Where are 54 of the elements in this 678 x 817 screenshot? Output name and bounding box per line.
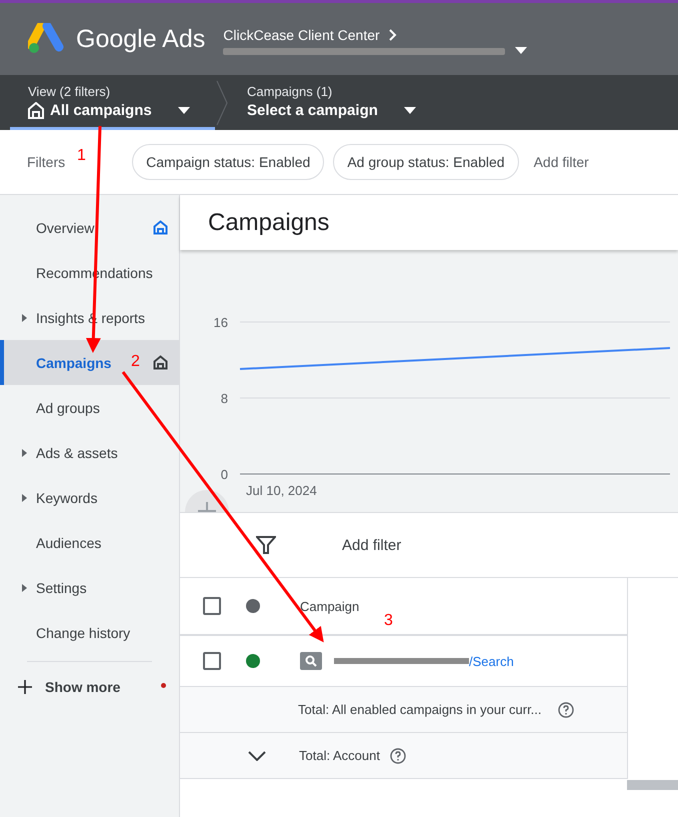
total-label: Total: Account bbox=[299, 748, 380, 763]
logo-icon bbox=[28, 23, 64, 55]
nav-item[interactable]: Change history bbox=[0, 610, 179, 655]
nav-item[interactable]: Ads & assets bbox=[0, 430, 179, 475]
axis-date-label: Jul 10, 2024 bbox=[246, 483, 317, 498]
axis-tick-label: 0 bbox=[220, 467, 228, 482]
help-icon[interactable] bbox=[390, 748, 406, 764]
add-filter-button[interactable]: Add filter bbox=[528, 154, 595, 170]
axis-tick-label: 16 bbox=[214, 315, 228, 330]
account-parent-link[interactable]: ClickCease Client Center bbox=[223, 27, 380, 43]
annotation-number: 2 bbox=[131, 353, 140, 371]
add-filter-button[interactable]: Add filter bbox=[342, 536, 402, 554]
show-more-button[interactable]: Show more bbox=[0, 668, 140, 706]
filter-chip[interactable]: Ad group status: Enabled bbox=[333, 144, 519, 180]
filters-label: Filters bbox=[27, 154, 66, 170]
view-selector[interactable]: View (2 filters) All campaigns bbox=[10, 75, 215, 130]
expand-arrow-icon bbox=[22, 448, 27, 456]
plus-icon bbox=[198, 502, 216, 512]
nav-item[interactable]: Overview bbox=[0, 205, 179, 250]
scrollbar[interactable] bbox=[627, 780, 678, 790]
plus-icon bbox=[18, 680, 32, 694]
campaign-link[interactable]: /Search bbox=[469, 654, 514, 668]
filter-chip[interactable]: Campaign status: Enabled bbox=[132, 144, 324, 180]
dropdown-caret-icon bbox=[178, 106, 190, 114]
filter-icon[interactable] bbox=[256, 535, 276, 555]
checkbox[interactable] bbox=[203, 597, 221, 615]
expand-arrow-icon bbox=[22, 494, 27, 502]
page-title: Campaigns bbox=[180, 195, 678, 250]
dropdown-caret-icon bbox=[404, 106, 416, 114]
view-selector[interactable]: Campaigns (1) Select a campaign bbox=[229, 75, 434, 130]
nav-item[interactable]: Audiences bbox=[0, 520, 179, 565]
column-header: Campaign bbox=[300, 598, 360, 614]
nav-item[interactable]: Keywords bbox=[0, 475, 179, 520]
home-icon bbox=[153, 355, 168, 370]
nav-item[interactable]: Settings bbox=[0, 565, 179, 610]
chevron-right-icon bbox=[388, 28, 398, 42]
expand-arrow-icon bbox=[22, 584, 27, 592]
chevron-down-icon[interactable] bbox=[248, 750, 266, 760]
dropdown-caret-icon bbox=[515, 47, 528, 55]
axis-tick-label: 8 bbox=[220, 391, 228, 406]
status-dot bbox=[246, 599, 260, 613]
search-icon bbox=[300, 652, 322, 670]
breadcrumb-chevron-icon bbox=[215, 78, 229, 126]
checkbox[interactable] bbox=[203, 652, 221, 670]
home-icon bbox=[153, 220, 168, 235]
annotation-number: 3 bbox=[384, 612, 393, 630]
add-button[interactable] bbox=[185, 490, 229, 512]
product-name: Google Ads bbox=[76, 24, 206, 54]
expand-arrow-icon bbox=[22, 314, 27, 322]
total-label: Total: All enabled campaigns in your curr... bbox=[298, 702, 542, 717]
annotation-number: 1 bbox=[77, 147, 86, 165]
help-icon[interactable] bbox=[558, 702, 574, 718]
home-icon bbox=[28, 102, 44, 118]
nav-item[interactable]: Ad groups bbox=[0, 385, 179, 430]
